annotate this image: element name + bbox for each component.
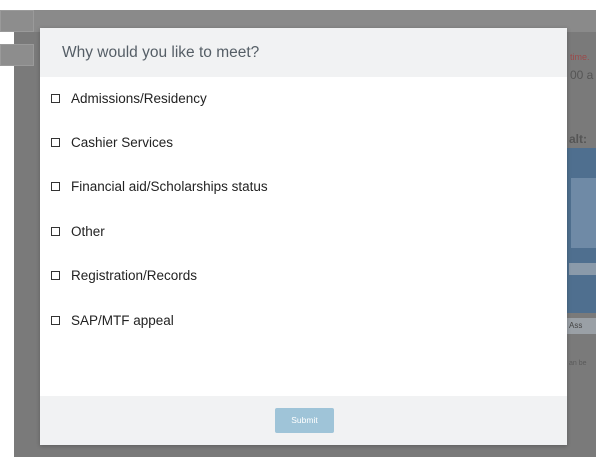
background-image-bar xyxy=(569,263,596,275)
option-label: Admissions/Residency xyxy=(71,90,207,106)
modal-footer: Submit xyxy=(40,396,567,445)
background-button: Ass xyxy=(567,318,596,334)
option-label: SAP/MTF appeal xyxy=(71,312,174,328)
option-label: Registration/Records xyxy=(71,267,198,283)
option-cashier-services[interactable]: Cashier Services xyxy=(51,132,173,152)
background-text-time-value: 00 a xyxy=(570,68,594,82)
meeting-reason-modal: Why would you like to meet? Admissions/R… xyxy=(40,28,567,445)
background-image xyxy=(567,148,596,313)
checkbox[interactable] xyxy=(51,93,60,103)
background-text-note: an be xyxy=(569,360,587,367)
option-label: Other xyxy=(71,223,105,239)
checkbox[interactable] xyxy=(51,226,60,236)
option-other[interactable]: Other xyxy=(51,221,105,241)
option-financial-aid[interactable]: Financial aid/Scholarships status xyxy=(51,176,268,196)
option-admissions-residency[interactable]: Admissions/Residency xyxy=(51,88,207,108)
option-registration-records[interactable]: Registration/Records xyxy=(51,265,197,285)
background-text-heading: alt: xyxy=(569,132,587,146)
option-label: Cashier Services xyxy=(71,134,174,150)
checkbox[interactable] xyxy=(51,137,60,147)
checkbox[interactable] xyxy=(51,181,60,191)
option-label: Financial aid/Scholarships status xyxy=(71,178,268,194)
option-sap-mtf-appeal[interactable]: SAP/MTF appeal xyxy=(51,310,174,330)
background-input-top xyxy=(0,10,34,32)
background-image-panel xyxy=(571,178,596,248)
submit-button[interactable]: Submit xyxy=(275,408,334,433)
modal-title: Why would you like to meet? xyxy=(40,28,567,77)
background-text-time: time. xyxy=(570,52,590,62)
checkbox[interactable] xyxy=(51,270,60,280)
checkbox[interactable] xyxy=(51,315,60,325)
background-input xyxy=(0,44,34,66)
